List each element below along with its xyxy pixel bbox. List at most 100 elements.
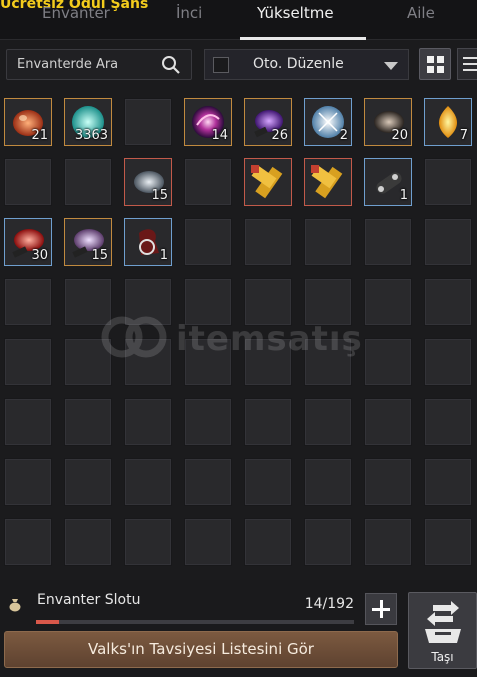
inventory-slot-dark-stone[interactable]: 20 [364, 98, 412, 146]
empty-inventory-slot[interactable] [424, 278, 472, 326]
grid-view-button[interactable] [419, 48, 451, 80]
item-quantity: 21 [31, 128, 48, 143]
list-view-button[interactable] [457, 48, 477, 80]
search-input[interactable]: Envanterde Ara [6, 49, 192, 80]
empty-inventory-slot[interactable] [424, 338, 472, 386]
empty-inventory-slot[interactable] [304, 218, 352, 266]
empty-inventory-slot[interactable] [424, 218, 472, 266]
tab-yukseltme[interactable]: Yükseltme [257, 4, 334, 22]
empty-inventory-slot[interactable] [244, 338, 292, 386]
money-bag-icon [9, 599, 21, 612]
item-quantity: 1 [159, 248, 168, 263]
empty-inventory-slot[interactable] [424, 458, 472, 506]
inventory-slot-flame-gem[interactable]: 7 [424, 98, 472, 146]
inventory-slot-blood-stone[interactable]: 30 [4, 218, 52, 266]
empty-inventory-slot[interactable] [124, 518, 172, 566]
move-button-label: Taşı [431, 650, 454, 664]
empty-inventory-slot[interactable] [124, 398, 172, 446]
tab-inci[interactable]: İnci [176, 4, 202, 22]
bottom-panel: Envanter Slotu 14/192 Valks'ın Tavsiyesi… [0, 580, 477, 677]
empty-inventory-slot[interactable] [424, 398, 472, 446]
inventory-slot-golden-hammer[interactable] [244, 158, 292, 206]
empty-inventory-slot[interactable] [304, 398, 352, 446]
auto-sort-checkbox[interactable] [213, 57, 229, 73]
move-button[interactable]: Taşı [408, 592, 477, 669]
grid-view-icon [427, 56, 434, 63]
empty-inventory-slot[interactable] [364, 338, 412, 386]
tab-aile[interactable]: Aile [407, 4, 435, 22]
empty-inventory-slot[interactable] [4, 338, 52, 386]
tab-envanter[interactable]: Envanter [42, 4, 110, 22]
inventory-capacity-bar [36, 620, 354, 624]
empty-inventory-slot[interactable] [364, 458, 412, 506]
inventory-slot-purple-stone[interactable]: 26 [244, 98, 292, 146]
empty-inventory-slot[interactable] [4, 398, 52, 446]
inventory-slot-galaxy-orb[interactable]: 14 [184, 98, 232, 146]
empty-inventory-slot[interactable] [124, 458, 172, 506]
empty-inventory-slot[interactable] [364, 218, 412, 266]
inventory-slot-teal-crystal[interactable]: 3363 [64, 98, 112, 146]
empty-inventory-slot[interactable] [184, 218, 232, 266]
item-quantity: 20 [391, 128, 408, 143]
valks-advice-button[interactable]: Valks'ın Tavsiyesi Listesini Gör [4, 631, 398, 668]
empty-inventory-slot[interactable] [64, 278, 112, 326]
inventory-slot-violet-stone[interactable]: 15 [64, 218, 112, 266]
inventory-slot-grey-stone[interactable]: 15 [124, 158, 172, 206]
empty-inventory-slot[interactable] [124, 338, 172, 386]
add-slot-button[interactable] [365, 593, 397, 625]
empty-inventory-slot[interactable] [124, 278, 172, 326]
empty-inventory-slot[interactable] [4, 278, 52, 326]
move-items-icon [425, 601, 461, 643]
empty-inventory-slot[interactable] [304, 518, 352, 566]
empty-inventory-slot[interactable] [64, 458, 112, 506]
empty-inventory-slot[interactable] [64, 398, 112, 446]
empty-inventory-slot[interactable] [424, 518, 472, 566]
valks-advice-label: Valks'ın Tavsiyesi Listesini Gör [88, 640, 314, 658]
inventory-slot-dark-pouch[interactable]: 1 [124, 218, 172, 266]
empty-inventory-slot[interactable] [364, 398, 412, 446]
empty-inventory-slot[interactable] [184, 458, 232, 506]
empty-inventory-slot[interactable] [184, 398, 232, 446]
empty-inventory-slot[interactable] [64, 518, 112, 566]
item-quantity: 7 [459, 128, 468, 143]
empty-inventory-slot[interactable] [64, 158, 112, 206]
inventory-slot-red-stone[interactable]: 21 [4, 98, 52, 146]
empty-inventory-slot[interactable] [4, 458, 52, 506]
empty-inventory-slot[interactable] [184, 158, 232, 206]
item-quantity: 26 [271, 128, 288, 143]
empty-inventory-slot[interactable] [364, 278, 412, 326]
empty-inventory-slot[interactable] [244, 398, 292, 446]
inventory-slot-scroll[interactable]: 1 [364, 158, 412, 206]
item-quantity: 2 [339, 128, 348, 143]
inventory-slot-count: 14/192 [304, 596, 354, 612]
empty-inventory-slot[interactable] [184, 278, 232, 326]
item-quantity: 14 [211, 128, 228, 143]
empty-inventory-slot[interactable] [424, 158, 472, 206]
auto-sort-dropdown[interactable]: Oto. Düzenle [204, 49, 409, 80]
inventory-grid: 21 3363 14 26 2 20 7 15 1 30 15 1 [0, 96, 477, 570]
item-quantity: 1 [399, 188, 408, 203]
empty-inventory-slot[interactable] [244, 278, 292, 326]
golden-hammer-icon [311, 165, 343, 199]
empty-inventory-slot[interactable] [244, 458, 292, 506]
empty-inventory-slot[interactable] [64, 338, 112, 386]
empty-inventory-slot[interactable] [304, 458, 352, 506]
empty-inventory-slot[interactable] [4, 158, 52, 206]
empty-inventory-slot[interactable] [184, 338, 232, 386]
search-icon[interactable] [161, 55, 181, 75]
empty-inventory-slot[interactable] [304, 278, 352, 326]
empty-inventory-slot[interactable] [364, 518, 412, 566]
item-quantity: 30 [31, 248, 48, 263]
empty-inventory-slot[interactable] [244, 518, 292, 566]
inventory-slot-golden-hammer[interactable] [304, 158, 352, 206]
empty-inventory-slot[interactable] [244, 218, 292, 266]
empty-inventory-slot[interactable] [4, 518, 52, 566]
empty-inventory-slot[interactable] [124, 98, 172, 146]
empty-inventory-slot[interactable] [304, 338, 352, 386]
item-quantity: 15 [151, 188, 168, 203]
item-quantity: 3363 [74, 128, 108, 143]
inventory-slot-shattered-crystal[interactable]: 2 [304, 98, 352, 146]
inventory-slot-label: Envanter Slotu [37, 592, 141, 608]
empty-inventory-slot[interactable] [184, 518, 232, 566]
golden-hammer-icon [251, 165, 283, 199]
